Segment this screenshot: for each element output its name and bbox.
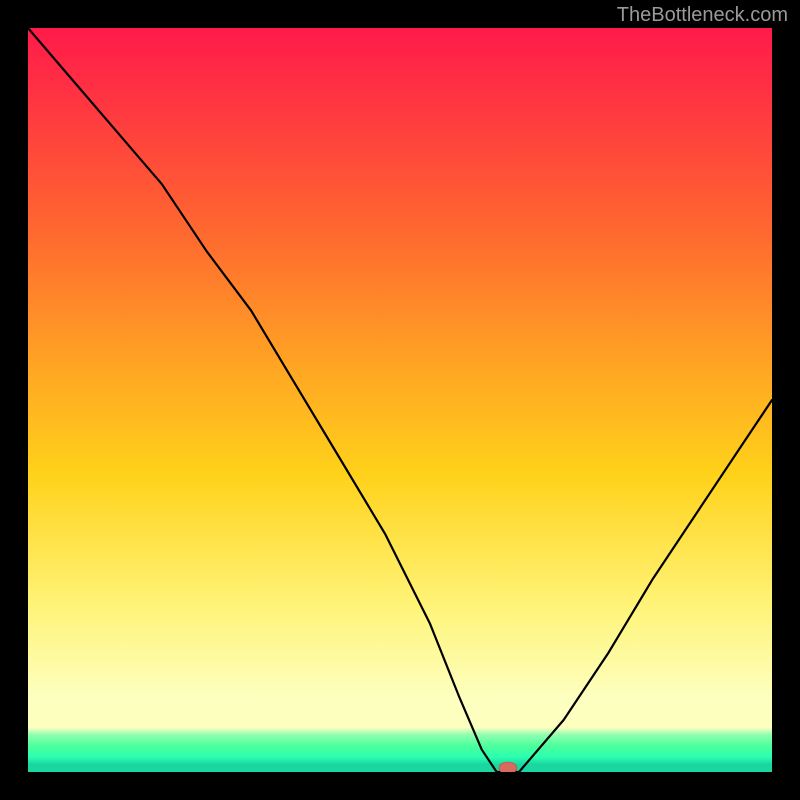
curve-svg — [28, 28, 772, 772]
plot-area — [28, 28, 772, 772]
optimal-point-marker — [499, 762, 517, 772]
watermark-text: TheBottleneck.com — [617, 4, 788, 27]
bottleneck-curve — [28, 28, 772, 772]
chart-frame: TheBottleneck.com — [0, 0, 800, 800]
